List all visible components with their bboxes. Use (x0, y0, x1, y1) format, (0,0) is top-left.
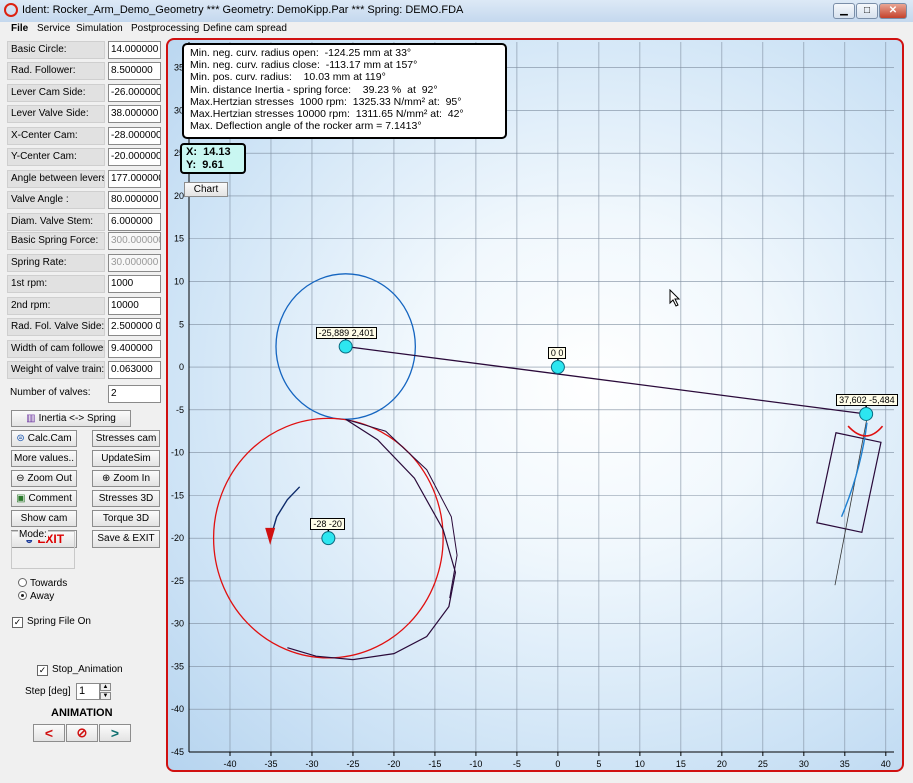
menu-service[interactable]: Service (37, 23, 70, 34)
app-icon (4, 3, 18, 17)
param-label: Basic Spring Force: (7, 232, 105, 250)
stop-animation-checkbox[interactable]: ✓ Stop_Animation (37, 664, 123, 676)
radio-away-dot (18, 591, 27, 600)
animation-title: ANIMATION (51, 707, 113, 719)
torque-3d-button[interactable]: Torque 3D (92, 510, 160, 527)
param-input[interactable]: 300.000000 (108, 232, 161, 250)
maximize-button[interactable]: □ (856, 3, 878, 19)
param-input[interactable]: 10000 (108, 297, 161, 315)
info-line: Max.Hertzian stresses 1000 rpm: 1325.33 … (190, 95, 462, 108)
menu-define-cam-spread[interactable]: Define cam spread (203, 23, 287, 34)
param-label: Basic Circle: (7, 41, 105, 59)
zoom-in-icon: ⊕ (101, 473, 111, 484)
more-values-button[interactable]: More values.. (11, 450, 77, 467)
param-input[interactable]: 0.063000 (108, 361, 161, 379)
param-input[interactable]: -28.000000 (108, 127, 161, 145)
param-label: Spring Rate: (7, 254, 105, 272)
inertia-spring-button[interactable]: ▥ Inertia <-> Spring (11, 410, 131, 427)
param-label: 2nd rpm: (7, 297, 105, 315)
param-input[interactable]: 30.000000 (108, 254, 161, 272)
step-input[interactable]: 1 (76, 683, 100, 700)
info-line: Min. distance Inertia - spring force: 39… (190, 83, 438, 96)
window-title: Ident: Rocker_Arm_Demo_Geometry *** Geom… (22, 4, 464, 16)
param-input[interactable]: -26.000000 (108, 84, 161, 102)
param-input[interactable]: 1000 (108, 275, 161, 293)
checkbox-box: ✓ (37, 665, 48, 676)
minimize-button[interactable]: ▁ (833, 3, 855, 19)
chart-icon: ▥ (26, 413, 36, 424)
param-input[interactable]: 9.400000 (108, 340, 161, 358)
cursor-x: X: 14.13 (186, 146, 231, 158)
title-bar: Ident: Rocker_Arm_Demo_Geometry *** Geom… (0, 0, 913, 23)
info-line: Min. pos. curv. radius: 10.03 mm at 119° (190, 71, 386, 84)
param-label: Width of cam follower: (7, 340, 105, 358)
step-up-button[interactable]: ▲ (100, 683, 111, 691)
param-input[interactable]: 2 (108, 385, 161, 403)
info-line: Max.Hertzian stresses 10000 rpm: 1311.65… (190, 108, 464, 121)
param-label: X-Center Cam: (7, 127, 105, 145)
point-label: -25,889 2,401 (315, 326, 378, 339)
step-down-button[interactable]: ▼ (100, 692, 111, 700)
menu-bar: File Service Simulation Postprocessing D… (0, 22, 913, 37)
stresses-3d-button[interactable]: Stresses 3D (92, 490, 160, 507)
radio-towards-dot (18, 578, 27, 587)
point-label: -28 -20 (310, 518, 345, 531)
zoom-in-button[interactable]: ⊕ Zoom In (92, 470, 160, 487)
param-input[interactable]: 8.500000 (108, 62, 161, 80)
comment-button[interactable]: ▣ Comment (11, 490, 77, 507)
cursor-coordinates: X: 14.13 Y: 9.61 (180, 143, 246, 174)
menu-postprocessing[interactable]: Postprocessing (131, 23, 199, 34)
info-line: Max. Deflection angle of the rocker arm … (190, 120, 422, 133)
param-input[interactable]: -20.000000 (108, 148, 161, 166)
mode-away-radio[interactable]: Away (18, 591, 54, 602)
menu-file[interactable]: File (11, 23, 28, 34)
mode-towards-radio[interactable]: Towards (18, 578, 67, 589)
cursor-y: Y: 9.61 (186, 159, 224, 171)
spring-file-checkbox[interactable]: ✓ Spring File On (12, 616, 91, 628)
animation-prev-button[interactable]: < (33, 724, 65, 742)
plot-area[interactable] (166, 38, 904, 772)
param-input[interactable]: 80.000000 (108, 191, 161, 209)
chart-button[interactable]: Chart (184, 182, 228, 197)
info-line: Min. neg. curv. radius open: -124.25 mm … (190, 47, 412, 59)
update-sim-button[interactable]: UpdateSim (92, 450, 160, 467)
param-label: Number of valves: (10, 387, 91, 398)
param-label: Y-Center Cam: (7, 148, 105, 166)
zoom-out-icon: ⊖ (16, 473, 25, 484)
param-input[interactable]: 14.000000 (108, 41, 161, 59)
save-exit-button[interactable]: Save & EXIT (92, 530, 160, 548)
param-input[interactable]: 177.000000 (108, 170, 161, 188)
calc-cam-button[interactable]: ⊜ Calc.Cam (11, 430, 77, 447)
show-cam-button[interactable]: Show cam (11, 510, 77, 527)
param-label: Lever Valve Side: (7, 105, 105, 123)
mode-legend: Mode: (18, 529, 48, 540)
animation-next-button[interactable]: > (99, 724, 131, 742)
zoom-out-button[interactable]: ⊖ Zoom Out (11, 470, 77, 487)
curvature-info-box: Min. neg. curv. radius open: -124.25 mm … (182, 43, 507, 139)
close-button[interactable]: ✕ (879, 3, 907, 19)
param-input[interactable]: 2.500000 0 (108, 318, 161, 336)
info-line: Min. neg. curv. radius close: -113.17 mm… (190, 59, 418, 72)
param-input[interactable]: 6.000000 (108, 213, 161, 231)
point-label: 0 0 (547, 347, 567, 360)
stresses-cam-button[interactable]: Stresses cam (92, 430, 160, 447)
mouse-pointer-icon (669, 289, 681, 307)
param-label: Rad. Fol. Valve Side: (7, 318, 105, 336)
checkbox-box: ✓ (12, 617, 23, 628)
param-label: Diam. Valve Stem: (7, 213, 105, 231)
param-label: Angle between levers: (7, 170, 105, 188)
param-input[interactable]: 38.000000 (108, 105, 161, 123)
comment-icon: ▣ (16, 493, 26, 504)
param-label: Lever Cam Side: (7, 84, 105, 102)
animation-stop-button[interactable]: ⊘ (66, 724, 98, 742)
param-label: 1st rpm: (7, 275, 105, 293)
param-label: Rad. Follower: (7, 62, 105, 80)
point-label: 37,602 -5,484 (836, 393, 898, 406)
param-label: Valve Angle : (7, 191, 105, 209)
param-label: Weight of valve train: (7, 361, 105, 379)
step-label: Step [deg] (25, 686, 71, 697)
menu-simulation[interactable]: Simulation (76, 23, 123, 34)
calc-icon: ⊜ (16, 433, 25, 444)
